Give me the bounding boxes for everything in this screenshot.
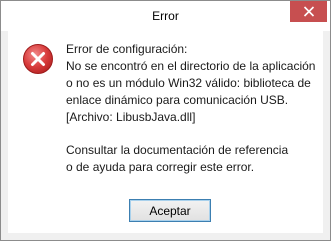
message-line: [Archivo: LibusbJava.dll] xyxy=(66,110,196,124)
ok-button[interactable]: Aceptar xyxy=(129,199,211,222)
advice-line: Consultar la documentación de referencia xyxy=(66,143,289,157)
advice-line: o de ayuda para corregir este error. xyxy=(66,160,255,174)
title-bar[interactable]: Error xyxy=(1,1,330,31)
error-message: Error de configuración: No se encontró e… xyxy=(66,41,315,176)
close-icon xyxy=(303,6,314,17)
window-title: Error xyxy=(152,9,179,23)
error-dialog-window: Error Error de configuración: No se enco… xyxy=(0,0,331,241)
error-icon xyxy=(23,44,53,74)
message-line: o no es un módulo Win32 válido: bibliote… xyxy=(66,76,311,90)
message-line: No se encontró en el directorio de la ap… xyxy=(66,59,316,73)
close-button[interactable] xyxy=(290,1,327,22)
message-line: Error de configuración: xyxy=(66,42,188,56)
dialog-content: Error de configuración: No se encontró e… xyxy=(8,31,323,233)
message-line: enlace dinámico para comunicación USB. xyxy=(66,93,289,107)
